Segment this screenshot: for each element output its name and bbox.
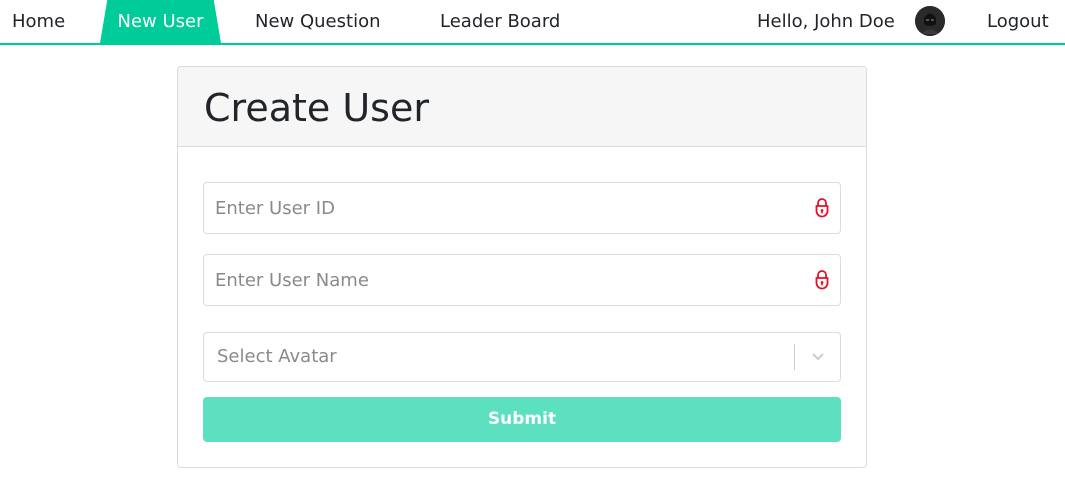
nav-new-user-label: New User (117, 11, 204, 32)
user-greeting: Hello, John Doe (757, 11, 895, 32)
user-name-field (203, 254, 841, 306)
create-user-card: Create User Select Avatar (177, 66, 867, 468)
nav-leader-board-link[interactable]: Leader Board (440, 0, 560, 43)
top-navigation: Home New User New Question Leader Board … (0, 0, 1065, 45)
user-id-input[interactable] (204, 183, 794, 233)
avatar-select-placeholder: Select Avatar (217, 346, 337, 367)
nav-new-question-link[interactable]: New Question (255, 0, 381, 43)
card-header: Create User (178, 67, 866, 147)
page-title: Create User (204, 86, 429, 130)
nav-home-link[interactable]: Home (12, 0, 65, 43)
logout-link[interactable]: Logout (987, 0, 1049, 43)
lock-icon (814, 269, 830, 291)
user-name-input[interactable] (204, 255, 794, 305)
lock-icon (814, 197, 830, 219)
select-indicator-separator (794, 344, 795, 370)
user-id-field (203, 182, 841, 234)
chevron-down-icon[interactable] (804, 347, 832, 367)
submit-button[interactable]: Submit (203, 397, 841, 442)
user-avatar-icon (915, 6, 945, 36)
nav-new-user-tab[interactable]: New User (100, 0, 221, 43)
avatar-select[interactable]: Select Avatar (203, 332, 841, 382)
